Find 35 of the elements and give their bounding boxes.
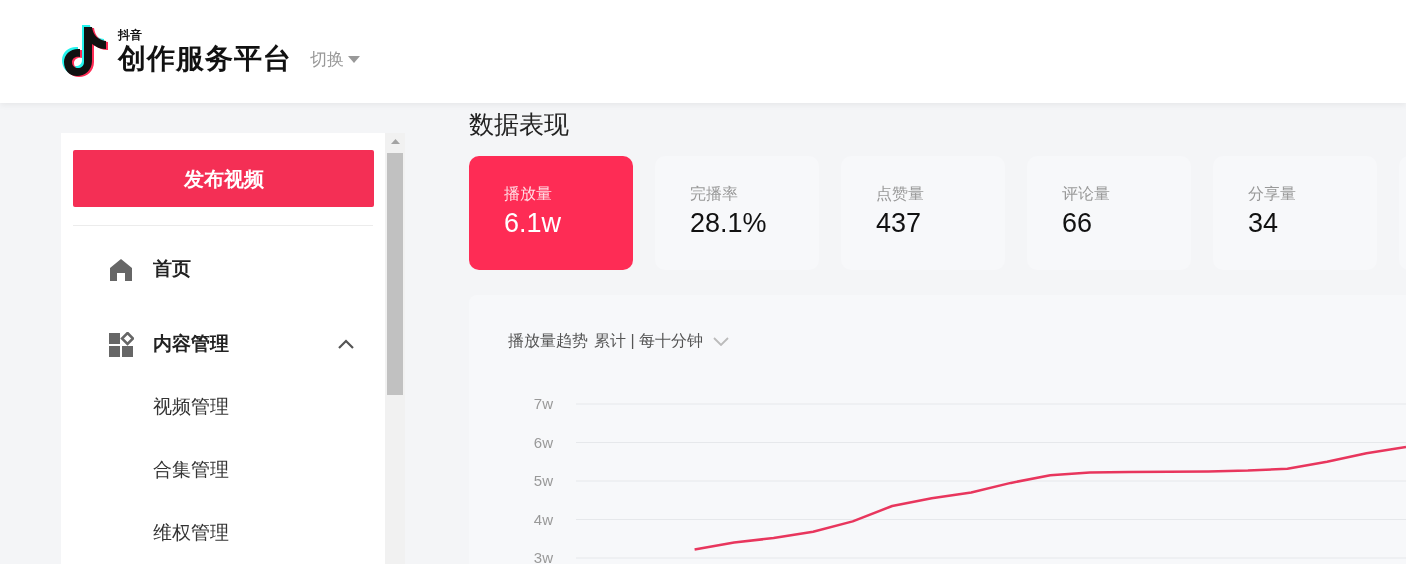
nav-item[interactable]: 内容管理 xyxy=(73,313,373,376)
brand-title: 创作服务平台 xyxy=(118,42,292,76)
mode-dropdown[interactable]: 累计 | 每十分钟 xyxy=(594,329,730,353)
scrollbar-thumb[interactable] xyxy=(387,153,403,395)
stat-value: 6.1w xyxy=(504,207,563,240)
stat-value: 437 xyxy=(876,207,923,240)
nav-item[interactable]: 首页 xyxy=(73,238,373,301)
chart-title: 播放量趋势 xyxy=(508,331,588,351)
nav-subitem[interactable]: 视频管理 xyxy=(73,376,373,439)
stat-label: 点赞量 xyxy=(876,184,925,204)
axis-label: 3w xyxy=(533,549,553,564)
stat-label: 分享量 xyxy=(1248,184,1297,204)
publish-video-button[interactable]: 发布视频 xyxy=(73,150,374,207)
axis-label: 7w xyxy=(533,395,553,412)
axis-label: 5w xyxy=(533,472,553,489)
home-icon xyxy=(108,256,134,283)
section-title: 数据表现 xyxy=(469,109,570,139)
stat-value: 66 xyxy=(1062,207,1094,240)
scrollbar[interactable] xyxy=(385,133,405,564)
stat-card[interactable]: 播放量 6.1w xyxy=(469,156,633,270)
chevron-down-icon xyxy=(713,336,730,346)
caret-icon xyxy=(348,55,360,64)
axis-label: 6w xyxy=(533,433,553,451)
axis-label: 4w xyxy=(533,510,553,528)
stat-label: 完播率 xyxy=(690,184,739,204)
stat-label: 播放量 xyxy=(504,184,553,204)
stat-value: 34 xyxy=(1248,207,1280,240)
music-note-logo-icon xyxy=(62,22,110,77)
grid-icon xyxy=(108,331,134,358)
nav-subitem[interactable]: 维权管理 xyxy=(73,502,373,564)
stat-value: 28.1% xyxy=(690,207,768,240)
nav-subitem[interactable]: 合集管理 xyxy=(73,439,373,502)
brand-subtitle: 抖音 xyxy=(118,29,143,41)
stat-label: 评论量 xyxy=(1062,184,1111,204)
scroll-up-icon xyxy=(390,139,400,144)
